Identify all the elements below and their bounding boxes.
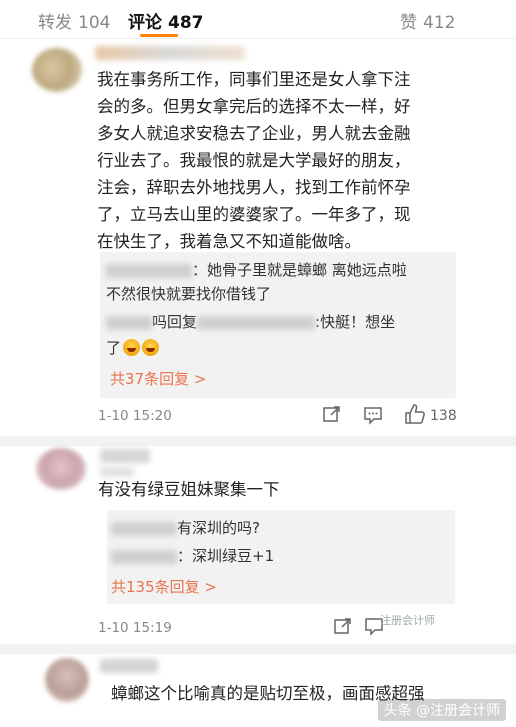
tab-likes[interactable]: 赞 412 [400, 8, 455, 33]
reply-2[interactable]: ：深圳绿豆+1 [111, 544, 274, 568]
watermark-text: 注册会计师 [380, 614, 435, 627]
watermark-text: 头条 @注册会计师 [377, 699, 506, 721]
tab-reposts-count: 104 [78, 13, 111, 33]
avatar[interactable] [32, 48, 82, 92]
reply-author-blurred [106, 263, 192, 278]
reply-text-continued: 不然很快就要找你借钱了 [106, 285, 272, 303]
reply-2[interactable]: 吗回复 :快艇！想坐 [106, 310, 395, 334]
divider [0, 436, 516, 446]
comment-line: 注会，辞职去外地找男人，找到工作前怀孕 [97, 178, 411, 197]
like-count: 138 [430, 408, 457, 424]
thumbs-up-icon [405, 404, 425, 424]
comment-body-1: 我在事务所工作，同事们里还是女人拿下注 会的多。但男女拿完后的选择不太一样，好 … [97, 66, 507, 255]
active-tab-indicator [140, 34, 178, 37]
reply-prefix: 吗回复 [152, 313, 198, 331]
comment-line: 在快生了，我着急又不知道能做啥。 [97, 232, 361, 251]
reply-text-continued: 了 [106, 336, 160, 360]
laughing-emoji-icon [142, 339, 160, 356]
username-blurred[interactable] [100, 449, 150, 463]
reply-1[interactable]: ：她骨子里就是蟑螂 离她远点啦 [106, 258, 407, 282]
comment-line: 行业去了。我最恨的就是大学最好的朋友， [97, 151, 411, 170]
comment-timestamp: 1-10 15:19 [98, 620, 172, 636]
avatar[interactable] [45, 658, 89, 702]
share-icon[interactable] [322, 404, 342, 428]
reply-text: ：深圳绿豆+1 [177, 547, 275, 565]
comment-tabs: 转发 104 评论 487 赞 412 [0, 0, 516, 39]
tab-likes-count: 412 [423, 13, 456, 33]
tab-comments-label: 评论 [128, 13, 162, 33]
comment-icon[interactable] [363, 405, 383, 429]
tab-reposts[interactable]: 转发 104 [38, 8, 110, 33]
tab-comments[interactable]: 评论 487 [128, 8, 204, 33]
like-button[interactable] [404, 403, 426, 429]
reply-text: 了 [106, 339, 122, 357]
comment-timestamp: 1-10 15:20 [98, 408, 172, 424]
tab-reposts-label: 转发 [38, 13, 72, 33]
divider [0, 644, 516, 654]
comment-line: 我在事务所工作，同事们里还是女人拿下注 [97, 70, 411, 89]
reply-target-blurred [197, 315, 316, 330]
comment-line: 会的多。但男女拿完后的选择不太一样，好 [97, 97, 411, 116]
comment-body-2: 有没有绿豆姐妹聚集一下 [98, 480, 280, 499]
reply-text: 有深圳的吗? [177, 519, 260, 537]
tab-comments-count: 487 [168, 13, 204, 33]
reply-1[interactable]: 有深圳的吗? [111, 516, 260, 540]
view-more-replies-link[interactable]: 共135条回复 > [111, 576, 217, 597]
comment-line: 了，立马去山里的婆婆家了。一年多了，现 [97, 205, 411, 224]
laughing-emoji-icon [123, 339, 141, 356]
username-blurred[interactable] [95, 46, 245, 60]
reply-author-blurred [111, 521, 177, 536]
reply-box-1: ：她骨子里就是蟑螂 离她远点啦 不然很快就要找你借钱了 吗回复:快艇！想坐 了 … [100, 252, 456, 398]
reply-author-blurred [111, 549, 177, 564]
username-blurred[interactable] [100, 659, 158, 673]
share-icon[interactable] [333, 616, 353, 640]
comment-line: 多女人就追求安稳去了企业，男人就去金融 [97, 124, 411, 143]
reply-text: :快艇！想坐 [315, 313, 396, 331]
tab-likes-label: 赞 [400, 13, 417, 33]
reply-box-2: 有深圳的吗? ：深圳绿豆+1 共135条回复 > [107, 510, 455, 604]
reply-text: ：她骨子里就是蟑螂 离她远点啦 [192, 261, 407, 279]
avatar[interactable] [36, 448, 86, 490]
view-more-replies-link[interactable]: 共37条回复 > [110, 368, 206, 389]
reply-author-blurred [106, 315, 152, 330]
